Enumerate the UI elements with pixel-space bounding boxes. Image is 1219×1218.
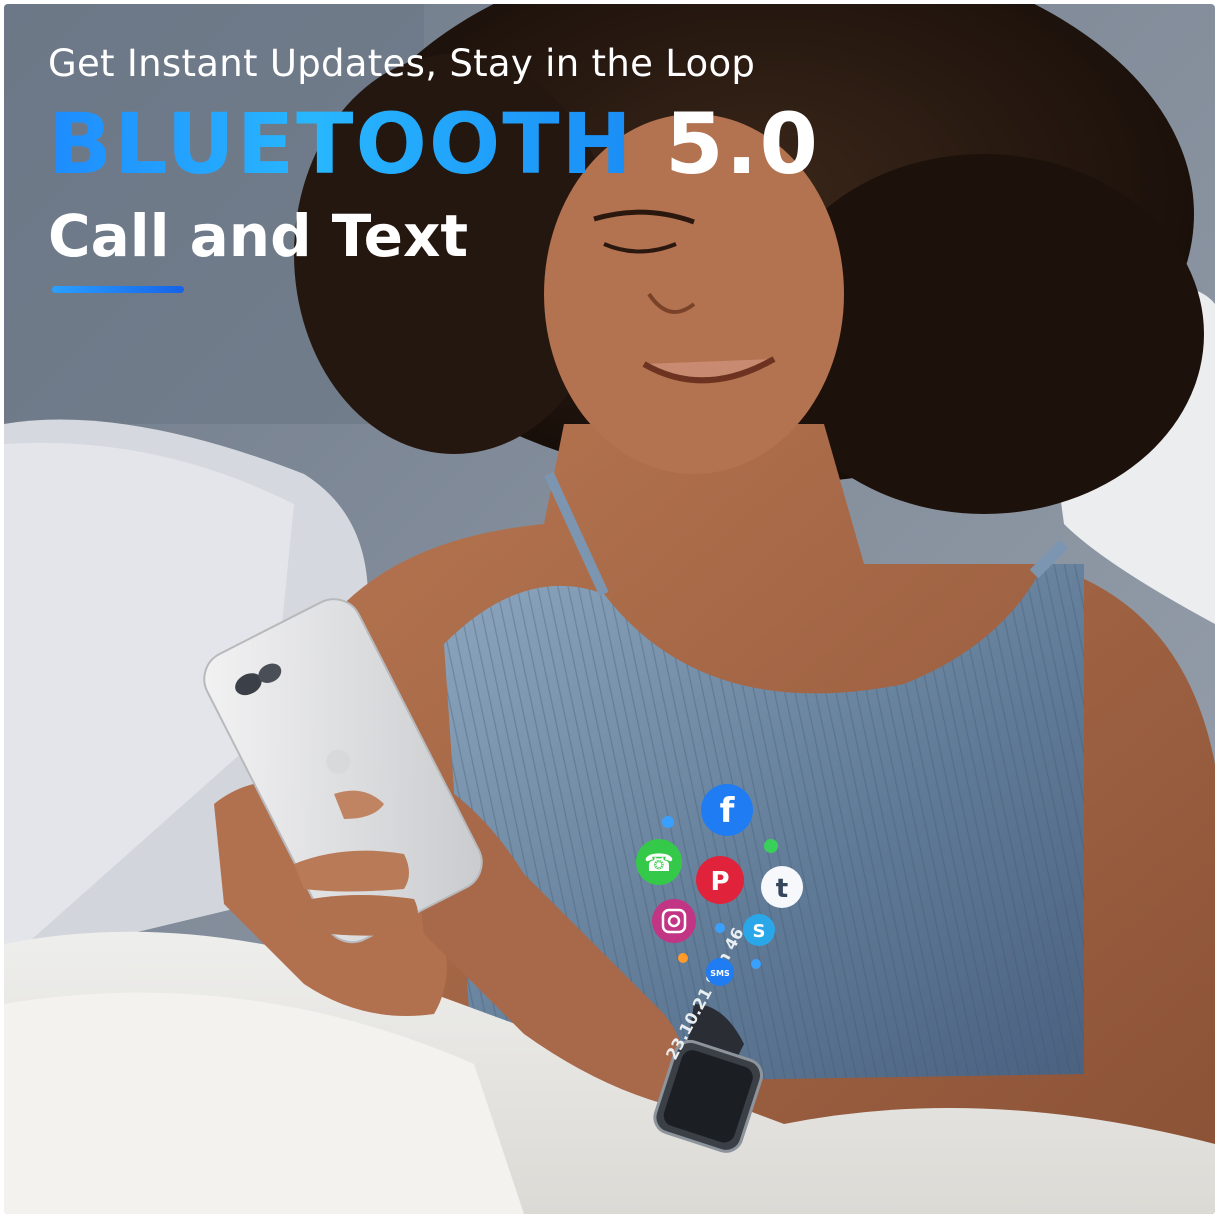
accent-underline	[52, 286, 184, 293]
facebook-icon: f	[701, 784, 753, 836]
sms-icon: SMS	[706, 958, 734, 986]
pinterest-icon: P	[696, 856, 744, 904]
svg-text:f: f	[720, 791, 736, 831]
svg-text:S: S	[753, 921, 766, 942]
headline-version: 5.0	[633, 95, 820, 193]
skype-icon: S	[743, 914, 775, 946]
tumblr-icon: t	[761, 866, 803, 908]
headline-bluetooth: BLUETOOTH	[48, 95, 634, 193]
svg-text:t: t	[776, 874, 788, 904]
tagline: Get Instant Updates, Stay in the Loop	[48, 42, 756, 85]
headline: BLUETOOTH 5.0	[48, 102, 820, 186]
svg-text:SMS: SMS	[710, 969, 730, 978]
phone-icon: ☎	[636, 839, 682, 885]
subheadline: Call and Text	[48, 202, 469, 270]
svg-text:☎: ☎	[644, 849, 674, 877]
svg-text:P: P	[710, 867, 729, 897]
instagram-icon	[652, 899, 696, 943]
product-image: 23.10.21 Sun 46 Get Instant Updates, Sta…	[4, 4, 1215, 1214]
